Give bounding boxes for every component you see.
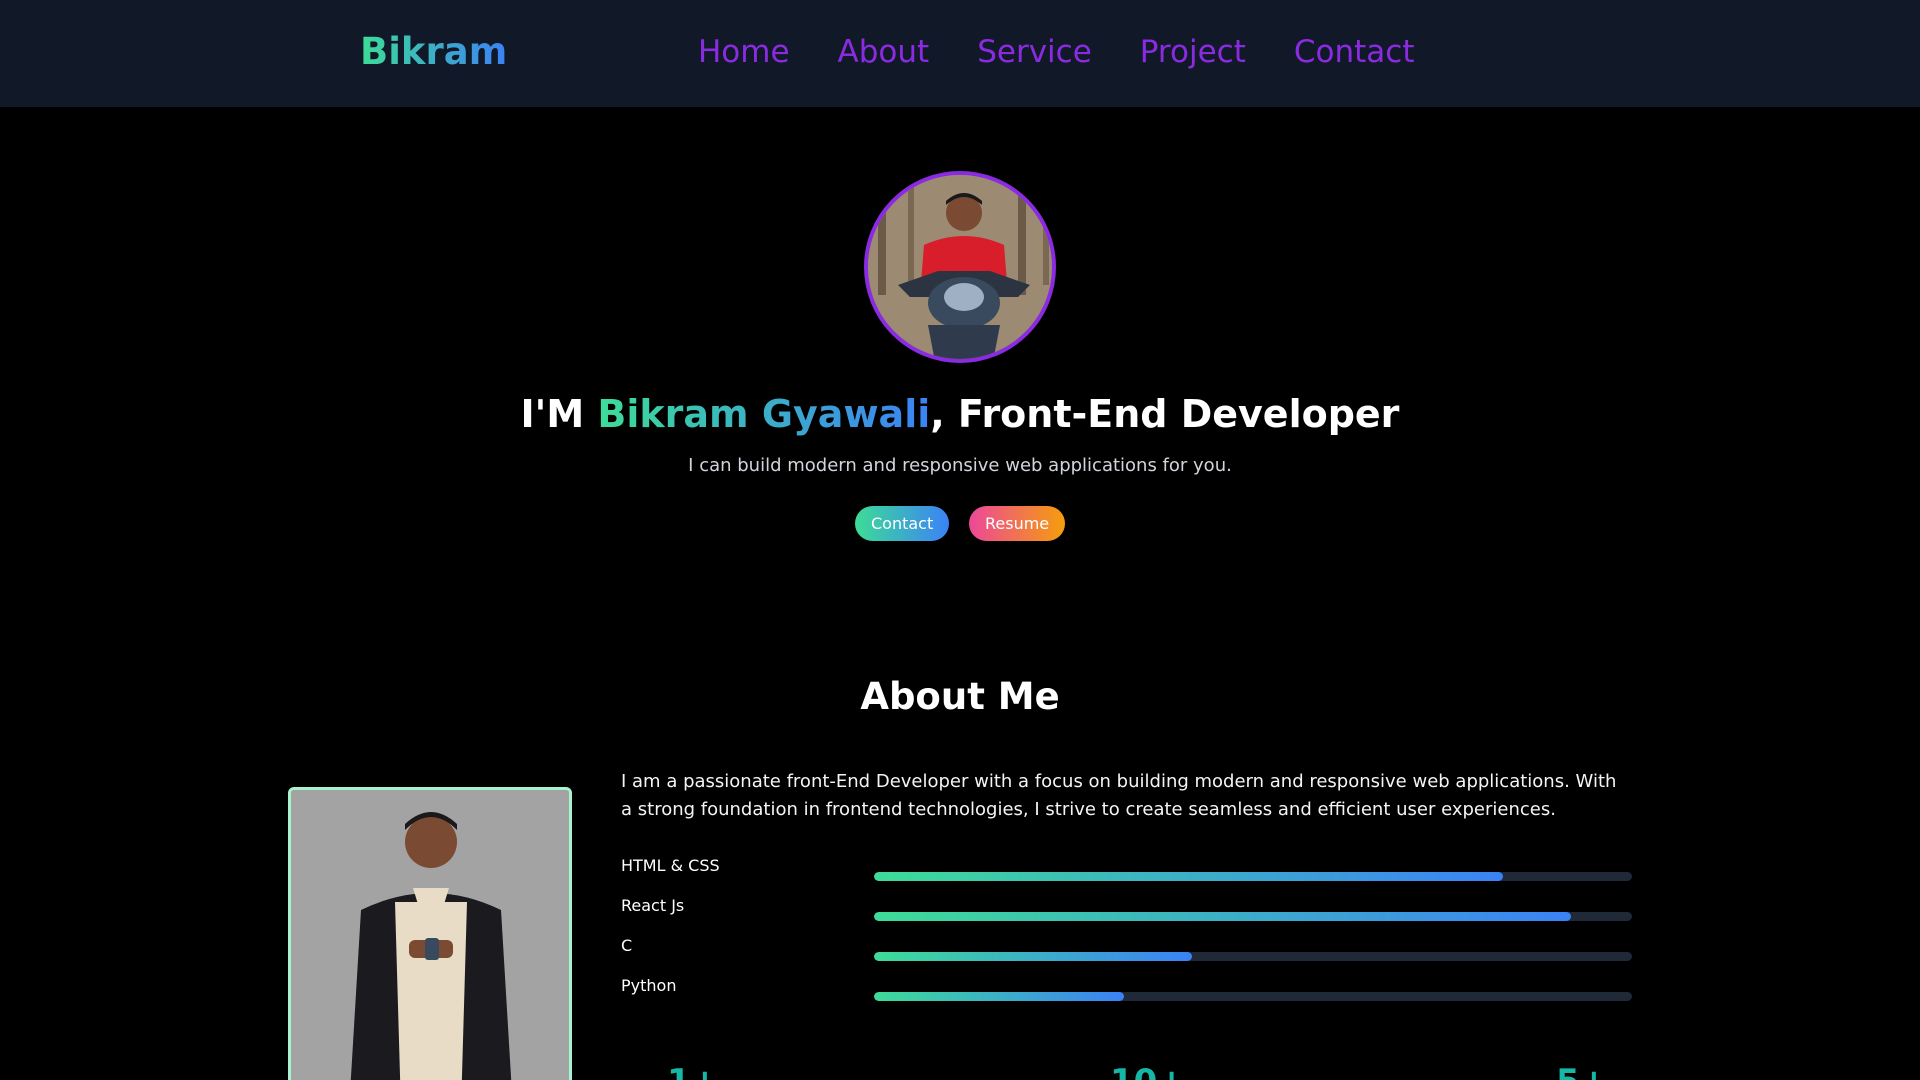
- skills-list: HTML & CSS React Js C Python: [621, 856, 1632, 1016]
- nav-link-home[interactable]: Home: [698, 34, 790, 70]
- stat-projects: 10+: [1110, 1062, 1186, 1080]
- contact-button[interactable]: Contact: [855, 506, 949, 541]
- stat-clients: 5+: [1556, 1062, 1608, 1080]
- profile-avatar: [864, 171, 1056, 363]
- about-title: About Me: [860, 675, 1060, 718]
- hero-subtitle: I can build modern and responsive web ap…: [688, 455, 1232, 476]
- hero-title: I'M Bikram Gyawali, Front-End Developer: [0, 392, 1920, 436]
- about-photo: [288, 787, 572, 1080]
- skill-row: C: [621, 936, 1632, 976]
- navbar: Bikram Home About Service Project Contac…: [0, 0, 1920, 107]
- nav-links: Home About Service Project Contact: [698, 34, 1414, 70]
- brand-logo[interactable]: Bikram: [360, 30, 507, 73]
- hero-title-prefix: I'M: [520, 392, 598, 436]
- stat-experience: 1+: [667, 1062, 719, 1080]
- skill-progress-track: [874, 872, 1632, 881]
- skill-progress-track: [874, 952, 1632, 961]
- skill-label: HTML & CSS: [621, 856, 720, 875]
- skill-progress-fill: [874, 952, 1193, 961]
- hero-title-suffix: , Front-End Developer: [930, 392, 1400, 436]
- skill-label: Python: [621, 976, 677, 995]
- nav-link-contact[interactable]: Contact: [1294, 34, 1415, 70]
- nav-link-service[interactable]: Service: [977, 34, 1092, 70]
- resume-button[interactable]: Resume: [969, 506, 1065, 541]
- hero-name: Bikram Gyawali: [597, 392, 931, 436]
- skill-progress-fill: [874, 912, 1572, 921]
- skill-row: HTML & CSS: [621, 856, 1632, 896]
- skill-label: React Js: [621, 896, 685, 915]
- skill-progress-fill: [874, 992, 1125, 1001]
- about-photo-illustration: [291, 790, 569, 1080]
- profile-photo-illustration: [868, 175, 1052, 359]
- nav-link-project[interactable]: Project: [1140, 34, 1246, 70]
- skill-progress-track: [874, 912, 1632, 921]
- skill-progress-fill: [874, 872, 1504, 881]
- skill-label: C: [621, 936, 633, 955]
- hero-buttons: Contact Resume: [855, 506, 1065, 541]
- nav-link-about[interactable]: About: [838, 34, 930, 70]
- skill-row: Python: [621, 976, 1632, 1016]
- skill-progress-track: [874, 992, 1632, 1001]
- skill-row: React Js: [621, 896, 1632, 936]
- about-description: I am a passionate front-End Developer wi…: [621, 771, 1617, 820]
